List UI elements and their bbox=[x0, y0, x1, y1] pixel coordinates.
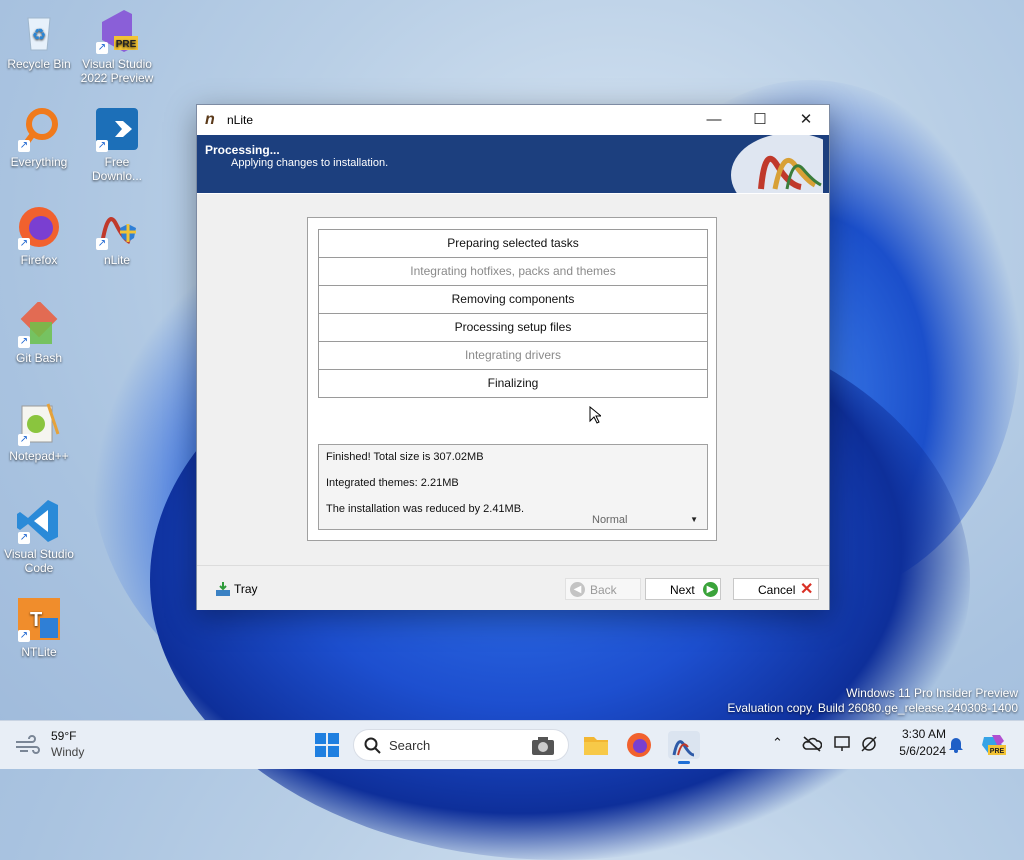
summary-total-size: Finished! Total size is 307.02MB bbox=[326, 451, 484, 463]
banner-subheading: Applying changes to installation. bbox=[231, 157, 389, 169]
nlite-app-icon: n bbox=[205, 111, 215, 128]
start-button[interactable] bbox=[313, 731, 341, 759]
progress-panel: Preparing selected tasks Integrating hot… bbox=[307, 217, 717, 541]
banner-heading: Processing... bbox=[205, 143, 280, 157]
wind-icon bbox=[14, 735, 42, 755]
git-bash-icon: ↗ bbox=[16, 300, 62, 348]
desktop-icon-nlite[interactable]: ↗ nLite bbox=[78, 204, 156, 267]
mouse-cursor-icon bbox=[589, 405, 603, 424]
next-button[interactable]: Next ▶ bbox=[645, 578, 721, 600]
active-indicator bbox=[678, 761, 690, 764]
chevron-up-icon[interactable]: ⌃ bbox=[772, 735, 783, 751]
network-icon[interactable] bbox=[860, 735, 878, 758]
back-button[interactable]: ◀ Back bbox=[565, 578, 641, 600]
notification-bell-icon[interactable] bbox=[948, 735, 964, 758]
copilot-icon[interactable]: PRE bbox=[980, 731, 1006, 757]
nlite-taskbar-icon[interactable] bbox=[668, 731, 700, 764]
watermark-edition: Windows 11 Pro Insider Preview bbox=[846, 686, 1018, 700]
close-button[interactable]: ✕ bbox=[783, 105, 829, 135]
nlite-logo-icon bbox=[731, 135, 823, 193]
search-icon bbox=[364, 737, 382, 760]
chevron-down-icon: ▼ bbox=[690, 515, 698, 524]
title-bar[interactable]: n nLite — ☐ ✕ bbox=[197, 105, 829, 135]
tray-button[interactable]: Tray bbox=[209, 578, 269, 600]
header-banner: Processing... Applying changes to instal… bbox=[197, 135, 829, 193]
window-title: nLite bbox=[227, 113, 254, 127]
back-arrow-icon: ◀ bbox=[570, 582, 585, 597]
priority-select[interactable]: Normal ▼ bbox=[588, 511, 704, 529]
magnifier-icon: ↗ bbox=[16, 106, 62, 152]
vscode-icon: ↗ bbox=[16, 498, 62, 544]
tray-icon bbox=[215, 581, 231, 597]
step-removing-components: Removing components bbox=[318, 285, 708, 314]
display-icon[interactable] bbox=[834, 735, 852, 758]
download-manager-icon: ↗ bbox=[94, 106, 140, 152]
desktop-icon-ntlite[interactable]: T ↗ NTLite bbox=[0, 596, 78, 659]
svg-text:PRE: PRE bbox=[990, 748, 1005, 755]
step-integrating-drivers: Integrating drivers bbox=[318, 341, 708, 370]
cancel-x-icon: ✕ bbox=[800, 581, 814, 598]
desktop-icon-visual-studio-2022[interactable]: PRE ↗ Visual Studio 2022 Preview bbox=[78, 8, 156, 85]
desktop-icon-firefox[interactable]: ↗ Firefox bbox=[0, 204, 78, 267]
cancel-button[interactable]: Cancel ✕ bbox=[733, 578, 819, 600]
onedrive-icon[interactable] bbox=[802, 735, 823, 758]
nlite-window: n nLite — ☐ ✕ Processing... Applying cha… bbox=[196, 104, 830, 610]
maximize-button[interactable]: ☐ bbox=[737, 105, 783, 135]
desktop-icon-git-bash[interactable]: ↗ Git Bash bbox=[0, 300, 78, 365]
clock[interactable]: 3:30 AM 5/6/2024 bbox=[884, 727, 946, 763]
step-finalizing: Finalizing bbox=[318, 369, 708, 398]
ntlite-icon: T ↗ bbox=[16, 596, 62, 642]
taskbar-search[interactable]: Search bbox=[353, 729, 569, 761]
desktop-icon-free-download-manager[interactable]: ↗ Free Downlo... bbox=[78, 106, 156, 183]
svg-text:♻: ♻ bbox=[32, 27, 46, 44]
desktop-icon-everything[interactable]: ↗ Everything bbox=[0, 106, 78, 169]
camera-icon bbox=[530, 734, 556, 758]
nlite-icon: ↗ bbox=[94, 204, 140, 250]
recycle-bin-icon: ♻ bbox=[16, 8, 62, 54]
summary-box: Finished! Total size is 307.02MB Integra… bbox=[318, 444, 708, 530]
visual-studio-icon: PRE ↗ bbox=[94, 8, 140, 54]
summary-themes: Integrated themes: 2.21MB bbox=[326, 477, 459, 489]
notepad-plus-plus-icon: ↗ bbox=[16, 400, 62, 446]
summary-reduced: The installation was reduced by 2.41MB. bbox=[326, 503, 525, 515]
weather-widget[interactable]: 59°F Windy bbox=[14, 729, 104, 761]
next-arrow-icon: ▶ bbox=[703, 582, 718, 597]
firefox-icon: ↗ bbox=[16, 204, 62, 250]
step-integrating-hotfixes: Integrating hotfixes, packs and themes bbox=[318, 257, 708, 286]
file-explorer-icon[interactable] bbox=[582, 731, 610, 759]
taskbar: 59°F Windy Search ⌃ 3:30 AM 5/6/2024 PRE bbox=[0, 720, 1024, 769]
wizard-footer: Tray ◀ Back Next ▶ Cancel ✕ bbox=[197, 565, 829, 610]
firefox-taskbar-icon[interactable] bbox=[625, 731, 653, 759]
svg-text:T: T bbox=[30, 609, 42, 631]
step-processing-setup: Processing setup files bbox=[318, 313, 708, 342]
svg-text:PRE: PRE bbox=[116, 39, 137, 50]
watermark-build: Evaluation copy. Build 26080.ge_release.… bbox=[727, 701, 1018, 715]
desktop-icon-vscode[interactable]: ↗ Visual Studio Code bbox=[0, 498, 78, 575]
step-preparing: Preparing selected tasks bbox=[318, 229, 708, 258]
content-area: Preparing selected tasks Integrating hot… bbox=[197, 194, 829, 565]
desktop-icon-recycle-bin[interactable]: ♻ Recycle Bin bbox=[0, 8, 78, 71]
desktop-icon-notepad-plus-plus[interactable]: ↗ Notepad++ bbox=[0, 400, 78, 463]
minimize-button[interactable]: — bbox=[691, 105, 737, 135]
